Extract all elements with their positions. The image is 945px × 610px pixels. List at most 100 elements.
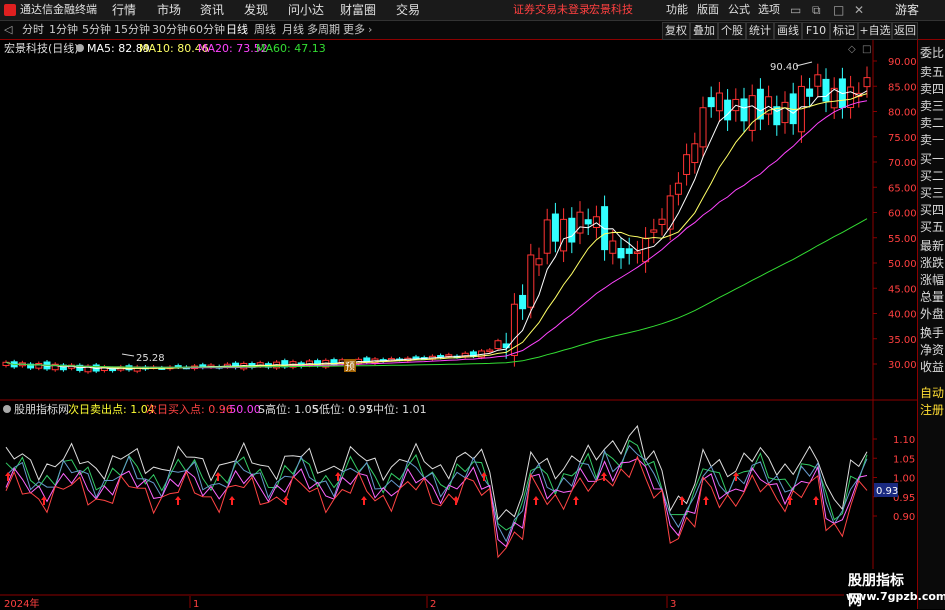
button-return[interactable]: 返回 xyxy=(892,22,918,40)
tab-weekly[interactable]: 周线 xyxy=(254,21,276,39)
indicator-plot xyxy=(5,424,868,559)
menu-item-market[interactable]: 市场 xyxy=(157,0,181,20)
menu-layout[interactable]: 版面 xyxy=(697,0,719,20)
level-label: : 50.00 xyxy=(222,403,261,416)
candle-body xyxy=(543,219,551,254)
price-tick-label: 30.00 xyxy=(888,360,917,371)
candle-body xyxy=(527,254,535,308)
side-label-ask2[interactable]: 卖二 xyxy=(918,115,945,132)
button-f10[interactable]: F10 xyxy=(802,22,830,40)
button-draw[interactable]: 画线 xyxy=(774,22,802,40)
candle-body xyxy=(486,349,494,353)
tab-more[interactable]: 更多 xyxy=(343,21,365,39)
ma60-line xyxy=(5,218,868,368)
indicator-axis: 1.101.051.000.950.90 xyxy=(873,435,915,523)
candle-body xyxy=(625,248,633,254)
button-stock[interactable]: 个股 xyxy=(718,22,746,40)
guest-label[interactable]: 游客 xyxy=(895,0,919,20)
menu-item-wealth[interactable]: 财富圈 xyxy=(340,0,376,20)
minimize-icon[interactable]: ▭ xyxy=(790,0,801,20)
side-label-latest[interactable]: 最新 xyxy=(918,238,945,255)
candle-body xyxy=(568,217,576,243)
buy-signal-arrow-icon xyxy=(361,496,367,505)
button-add-watchlist[interactable]: +自选 xyxy=(858,22,892,40)
side-label-bid1[interactable]: 买一 xyxy=(918,151,945,168)
tab-5min[interactable]: 5分钟 xyxy=(82,21,111,39)
side-label-ask4[interactable]: 卖四 xyxy=(918,81,945,98)
button-adjust[interactable]: 复权 xyxy=(662,22,690,40)
buy-signal-arrow-icon xyxy=(175,496,181,505)
pane-close-icon[interactable]: □ xyxy=(862,44,871,55)
high-price-label: 90.40 xyxy=(770,62,799,73)
candle-body xyxy=(699,107,707,148)
ma10-line xyxy=(5,93,868,369)
side-label-bid5[interactable]: 买五 xyxy=(918,219,945,236)
tab-30min[interactable]: 30分钟 xyxy=(152,21,188,39)
side-label-ask3[interactable]: 卖三 xyxy=(918,98,945,115)
price-tick-label: 65.00 xyxy=(888,183,917,194)
candle-body xyxy=(674,182,682,195)
diamond-icon[interactable]: ◇ xyxy=(848,44,856,55)
menu-formula[interactable]: 公式 xyxy=(728,0,750,20)
tab-60min[interactable]: 60分钟 xyxy=(189,21,225,39)
tab-multi[interactable]: 多周期 xyxy=(307,21,340,39)
button-overlay[interactable]: 叠加 xyxy=(690,22,718,40)
sell-point-label: 次日卖出点: 1.04 xyxy=(68,402,155,416)
button-stats[interactable]: 统计 xyxy=(746,22,774,40)
price-tick-label: 60.00 xyxy=(888,209,917,220)
ind-tick-label: 1.10 xyxy=(893,435,915,446)
candle-body xyxy=(683,154,691,175)
side-label-bid4[interactable]: 买四 xyxy=(918,202,945,219)
menu-item-quotes[interactable]: 行情 xyxy=(112,0,136,20)
candle-body xyxy=(445,354,453,357)
auto-button[interactable]: 自动 xyxy=(918,385,945,402)
register-button[interactable]: 注册 xyxy=(918,402,945,419)
stock-name: 宏景科技(日线) xyxy=(4,41,79,55)
side-label-bid2[interactable]: 买二 xyxy=(918,168,945,185)
tab-1min[interactable]: 1分钟 xyxy=(49,21,78,39)
menu-item-discover[interactable]: 发现 xyxy=(244,0,268,20)
candle-body xyxy=(642,237,650,263)
restore-icon[interactable]: ⧉ xyxy=(812,0,821,20)
menu-bar: 通达信金融终端 行情 市场 资讯 发现 问小达 财富圈 交易 证券交易未登录 宏… xyxy=(0,0,945,21)
tab-intraday[interactable]: 分时 xyxy=(22,21,44,39)
side-label-change-pct[interactable]: 涨幅 xyxy=(918,272,945,289)
side-label-earnings[interactable]: 收益 xyxy=(918,359,945,376)
menu-function[interactable]: 功能 xyxy=(666,0,688,20)
settings-icon[interactable] xyxy=(76,44,84,52)
buy-signal-arrow-icon xyxy=(533,496,539,505)
s-mid-label: S中位: 1.01 xyxy=(366,402,427,416)
menu-item-news[interactable]: 资讯 xyxy=(200,0,224,20)
menu-item-trade[interactable]: 交易 xyxy=(396,0,420,20)
buy-signal-arrow-icon xyxy=(813,496,819,505)
side-label-ask5[interactable]: 卖五 xyxy=(918,64,945,81)
indicator-settings-icon[interactable] xyxy=(3,405,11,413)
side-label-change[interactable]: 涨跌 xyxy=(918,255,945,272)
chart-area[interactable]: 宏景科技(日线) MA5: 82.89 MA10: 80.46 MA20: 73… xyxy=(0,40,917,609)
button-mark[interactable]: 标记 xyxy=(830,22,858,40)
low-price-label: 25.28 xyxy=(136,353,165,364)
side-label-turnover[interactable]: 换手 xyxy=(918,325,945,342)
tab-daily[interactable]: 日线 xyxy=(226,21,248,39)
tab-monthly[interactable]: 月线 xyxy=(282,21,304,39)
s-low-label: S低位: 0.97 xyxy=(312,402,373,416)
maximize-icon[interactable]: □ xyxy=(833,0,844,20)
ind-tick-label: 1.05 xyxy=(893,454,915,465)
side-label-outer[interactable]: 外盘 xyxy=(918,306,945,323)
menu-item-ask[interactable]: 问小达 xyxy=(288,0,324,20)
login-notice[interactable]: 证券交易未登录 xyxy=(513,0,590,20)
more-chevron-icon[interactable]: › xyxy=(368,21,372,39)
price-tick-label: 35.00 xyxy=(888,335,917,346)
close-icon[interactable]: ✕ xyxy=(854,0,864,20)
side-label-volume[interactable]: 总量 xyxy=(918,289,945,306)
menu-options[interactable]: 选项 xyxy=(758,0,780,20)
side-label-ask1[interactable]: 卖一 xyxy=(918,132,945,149)
side-label-bid3[interactable]: 买三 xyxy=(918,185,945,202)
nav-back-icon[interactable]: ◁ xyxy=(4,21,12,39)
ind-tick-label: 1.00 xyxy=(893,474,915,485)
side-label-commission-ratio[interactable]: 委比 xyxy=(918,45,945,62)
stock-notice: 宏景科技 xyxy=(589,3,633,16)
candle-body xyxy=(863,77,871,88)
tab-15min[interactable]: 15分钟 xyxy=(114,21,150,39)
side-label-net-assets[interactable]: 净资 xyxy=(918,342,945,359)
